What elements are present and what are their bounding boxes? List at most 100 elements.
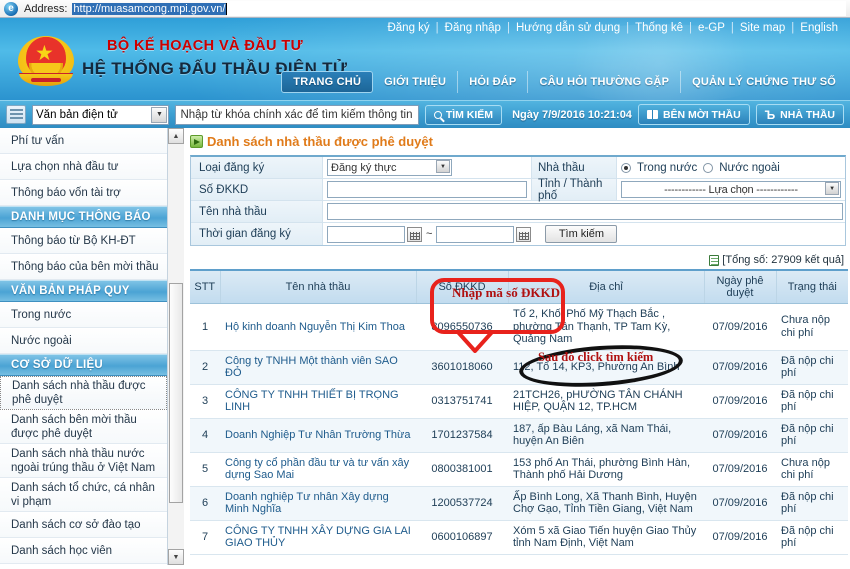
cell-province: ------------ Lựa chọn ------------ ▼ bbox=[617, 179, 845, 200]
sidebar-item-giang-vien-dau-thau[interactable]: Giảng viên đấu thầu bbox=[0, 564, 167, 565]
top-link-egp[interactable]: e-GP bbox=[692, 22, 731, 34]
table-row[interactable]: 4 Doanh Nghiệp Tư Nhân Trường Thừa 17012… bbox=[190, 418, 848, 452]
cell-stt: 2 bbox=[190, 350, 220, 384]
cell-bidder-name[interactable]: Doanh Nghiệp Tư Nhân Trường Thừa bbox=[220, 418, 416, 452]
bidder-name-input[interactable] bbox=[327, 203, 843, 220]
registration-type-select[interactable]: Đăng ký thực ▼ bbox=[327, 159, 452, 176]
table-row[interactable]: 1 Hộ kinh doanh Nguyễn Thị Kim Thoa 8096… bbox=[190, 304, 848, 351]
chevron-down-icon[interactable]: ▼ bbox=[436, 160, 450, 173]
radio-nuoc-ngoai[interactable] bbox=[703, 163, 713, 173]
bidder-scope-radio-group: Trong nước Nước ngoài bbox=[621, 162, 780, 174]
cell-dkkd bbox=[323, 179, 531, 200]
top-link-english[interactable]: English bbox=[794, 22, 844, 34]
nav-item-gioi-thieu[interactable]: GIỚI THIỆU bbox=[373, 71, 458, 93]
role-button-nha-thau[interactable]: Ъ NHÀ THẦU bbox=[756, 104, 844, 125]
scrollbar-thumb[interactable] bbox=[169, 283, 183, 503]
sidebar-scrollbar[interactable]: ▲ ▼ bbox=[168, 128, 184, 565]
export-excel-icon[interactable] bbox=[709, 255, 719, 266]
cell-bidder-name[interactable]: Doanh nghiệp Tư nhân Xây dựng Minh Nghĩa bbox=[220, 486, 416, 520]
top-link-dang-nhap[interactable]: Đăng nhập bbox=[439, 22, 507, 34]
province-select[interactable]: ------------ Lựa chọn ------------ ▼ bbox=[621, 181, 841, 198]
sidebar-item-thong-bao-von-tai-tro[interactable]: Thông báo vốn tài trợ bbox=[0, 180, 167, 206]
nav-item-cau-hoi-thuong-gap[interactable]: CÂU HỎI THƯỜNG GẶP bbox=[528, 71, 681, 93]
cell-status: Đã nộp chi phí bbox=[776, 350, 848, 384]
breadcrumb: Danh sách nhà thầu được phê duyệt bbox=[190, 134, 846, 149]
sidebar-item-danh-sach-co-so-dao-tao[interactable]: Danh sách cơ sở đào tạo bbox=[0, 512, 167, 538]
sidebar-item-danh-sach-ben-moi-thau-duoc-phe-duyet[interactable]: Danh sách bên mời thầu được phê duyệt bbox=[0, 410, 167, 444]
sidebar-item-danh-sach-to-chuc-ca-nhan-vi-pham[interactable]: Danh sách tổ chức, cá nhân vi phạm bbox=[0, 478, 167, 512]
cell-status: Đã nộp chi phí bbox=[776, 418, 848, 452]
cell-bidder-name[interactable]: Công ty cổ phần đầu tư và tư vấn xây dựn… bbox=[220, 452, 416, 486]
table-row[interactable]: 2 Công ty TNHH Một thành viên SAO ĐỎ 360… bbox=[190, 350, 848, 384]
calendar-icon[interactable] bbox=[516, 227, 531, 242]
table-row[interactable]: 7 CÔNG TY TNHH XÂY DỰNG GIA LAI GIAO THỦ… bbox=[190, 520, 848, 554]
cell-address: 112, Tổ 14, KP3, Phường An Bình bbox=[508, 350, 704, 384]
find-button[interactable]: Tìm kiếm bbox=[545, 225, 617, 243]
form-row-registration-time: Thời gian đăng ký ~ Tìm kiếm bbox=[191, 223, 845, 245]
top-link-sitemap[interactable]: Site map bbox=[734, 22, 791, 34]
column-header-so-dkkd: Số ĐKKD bbox=[416, 270, 508, 304]
nav-item-quan-ly-chung-thu-so[interactable]: QUẢN LÝ CHỨNG THƯ SỐ bbox=[681, 71, 850, 93]
sidebar-item-thong-bao-ben-moi-thau[interactable]: Thông báo của bên mời thầu bbox=[0, 254, 167, 280]
role-button-nha-thau-label: NHÀ THẦU bbox=[780, 109, 835, 121]
table-row[interactable]: 3 CÔNG TY TNHH THIẾT BỊ TRỌNG LINH 03137… bbox=[190, 384, 848, 418]
results-table: STT Tên nhà thầu Số ĐKKD Địa chỉ Ngày ph… bbox=[190, 269, 848, 555]
sidebar-item-danh-sach-nha-thau-nuoc-ngoai[interactable]: Danh sách nhà thầu nước ngoài trúng thầu… bbox=[0, 444, 167, 478]
sidebar-item-danh-sach-nha-thau-duoc-phe-duyet[interactable]: Danh sách nhà thầu được phê duyệt bbox=[0, 376, 167, 410]
calendar-icon[interactable] bbox=[407, 227, 422, 242]
table-row[interactable]: 5 Công ty cổ phần đầu tư và tư vấn xây d… bbox=[190, 452, 848, 486]
scroll-up-icon[interactable]: ▲ bbox=[168, 128, 184, 144]
role-button-ben-moi-thau[interactable]: BÊN MỜI THẦU bbox=[638, 104, 750, 125]
main-content: Danh sách nhà thầu được phê duyệt Loại đ… bbox=[184, 128, 850, 565]
document-type-select[interactable]: Văn bản điện tử ▼ bbox=[32, 105, 169, 125]
document-type-value: Văn bản điện tử bbox=[36, 109, 118, 121]
sidebar-item-trong-nuoc[interactable]: Trong nước bbox=[0, 302, 167, 328]
dkkd-input[interactable] bbox=[327, 181, 527, 198]
table-row[interactable]: 6 Doanh nghiệp Tư nhân Xây dựng Minh Ngh… bbox=[190, 486, 848, 520]
global-search-input[interactable]: Nhập từ khóa chính xác để tìm kiếm thông… bbox=[175, 105, 418, 125]
date-to-input[interactable] bbox=[436, 226, 514, 243]
sidebar-item-lua-chon-nha-dau-tu[interactable]: Lựa chọn nhà đầu tư bbox=[0, 154, 167, 180]
scroll-down-icon[interactable]: ▼ bbox=[168, 549, 184, 565]
cell-date: 07/09/2016 bbox=[704, 350, 776, 384]
cell-bidder-name[interactable]: CÔNG TY TNHH XÂY DỰNG GIA LAI GIAO THỦY bbox=[220, 520, 416, 554]
cell-bidder-name[interactable]: Công ty TNHH Một thành viên SAO ĐỎ bbox=[220, 350, 416, 384]
date-range-separator: ~ bbox=[426, 228, 432, 240]
cell-dkkd: 1200537724 bbox=[416, 486, 508, 520]
top-link-huong-dan[interactable]: Hướng dẫn sử dụng bbox=[510, 22, 626, 34]
column-header-stt: STT bbox=[190, 270, 220, 304]
cell-stt: 4 bbox=[190, 418, 220, 452]
column-header-ngay-phe-duyet: Ngày phê duyệt bbox=[704, 270, 776, 304]
top-link-dang-ky[interactable]: Đăng ký bbox=[381, 22, 435, 34]
book-icon bbox=[647, 110, 658, 119]
sidebar-menu: Phí tư vấn Lựa chọn nhà đầu tư Thông báo… bbox=[0, 128, 168, 565]
sidebar-item-danh-sach-hoc-vien[interactable]: Danh sách học viên bbox=[0, 538, 167, 564]
chevron-down-icon[interactable]: ▼ bbox=[151, 107, 167, 123]
date-from-input[interactable] bbox=[327, 226, 405, 243]
sidebar-item-phi-tu-van[interactable]: Phí tư vấn bbox=[0, 128, 167, 154]
total-results-text: [Tổng số: 27909 kết quả] bbox=[722, 254, 844, 266]
global-search-bar: Văn bản điện tử ▼ Nhập từ khóa chính xác… bbox=[0, 100, 850, 128]
sidebar-item-thong-bao-tu-bo-khdt[interactable]: Thông báo từ Bộ KH-ĐT bbox=[0, 228, 167, 254]
cell-stt: 7 bbox=[190, 520, 220, 554]
cell-stt: 6 bbox=[190, 486, 220, 520]
form-row-registration-type: Loại đăng ký Đăng ký thực ▼ Nhà thầu Tro… bbox=[191, 157, 845, 179]
address-input[interactable]: http://muasamcong.mpi.gov.vn/ bbox=[72, 3, 226, 15]
cell-bidder-name[interactable]: Hộ kinh doanh Nguyễn Thị Kim Thoa bbox=[220, 304, 416, 351]
label-tinh-thanh-pho: Tỉnh / Thành phố bbox=[531, 179, 617, 200]
sidebar-item-nuoc-ngoai[interactable]: Nước ngoài bbox=[0, 328, 167, 354]
chevron-down-icon[interactable]: ▼ bbox=[825, 182, 839, 195]
top-link-thong-ke[interactable]: Thống kê bbox=[629, 22, 689, 34]
cell-date: 07/09/2016 bbox=[704, 304, 776, 351]
global-search-button[interactable]: TÌM KIẾM bbox=[425, 105, 502, 125]
nav-item-hoi-dap[interactable]: HỎI ĐÁP bbox=[458, 71, 528, 93]
cell-bidder-name[interactable]: CÔNG TY TNHH THIẾT BỊ TRỌNG LINH bbox=[220, 384, 416, 418]
label-ten-nha-thau: Tên nhà thầu bbox=[191, 201, 323, 222]
label-thoi-gian-dang-ky: Thời gian đăng ký bbox=[191, 223, 323, 245]
cell-date: 07/09/2016 bbox=[704, 486, 776, 520]
address-bar-empty-area[interactable] bbox=[227, 1, 846, 16]
radio-trong-nuoc[interactable] bbox=[621, 163, 631, 173]
nav-item-trang-chu[interactable]: TRANG CHỦ bbox=[281, 71, 373, 93]
cell-dkkd: 0600106897 bbox=[416, 520, 508, 554]
cell-date: 07/09/2016 bbox=[704, 452, 776, 486]
